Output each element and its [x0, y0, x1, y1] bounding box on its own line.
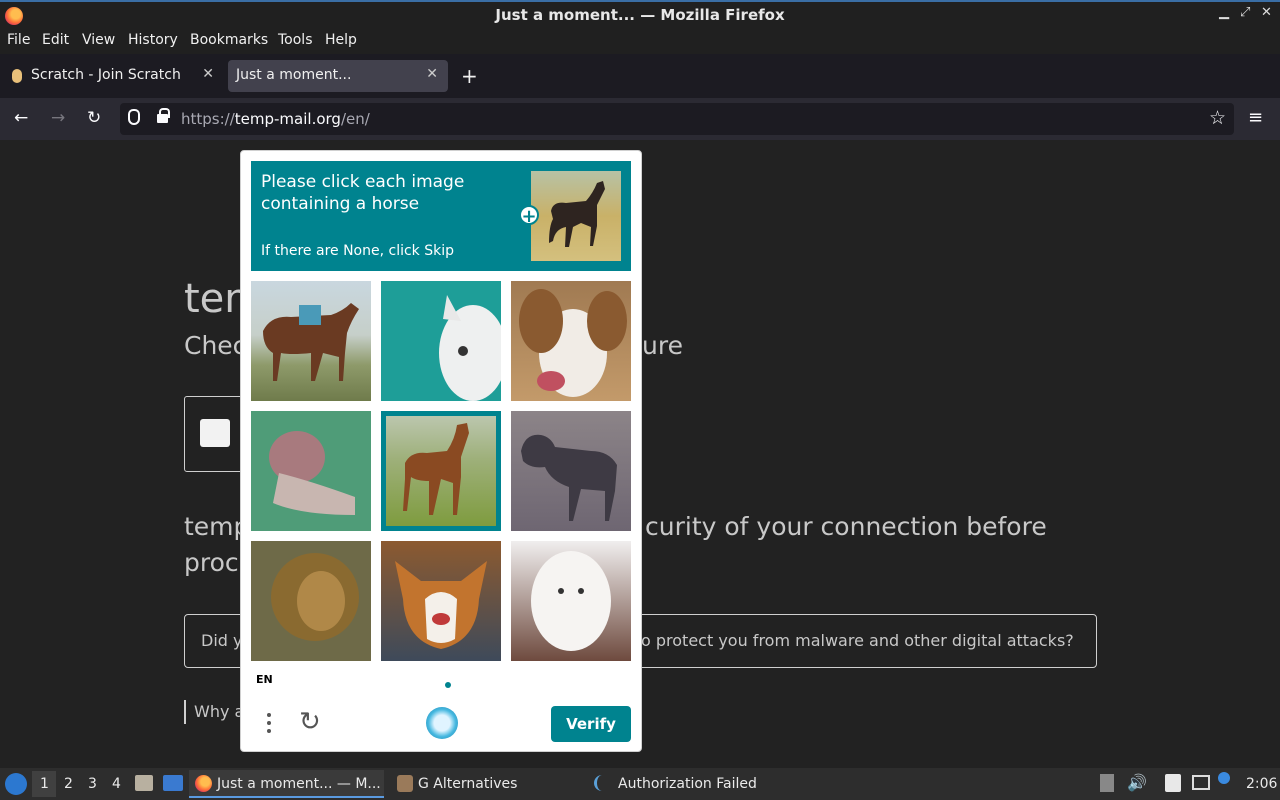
menu-file[interactable]: File: [7, 32, 30, 48]
captcha-tile-6[interactable]: [511, 411, 631, 531]
captcha-subtext: If there are None, click Skip: [261, 243, 455, 259]
captcha-prompt: Please click each image containing a hor…: [261, 172, 465, 214]
menu-bookmarks[interactable]: Bookmarks: [190, 32, 268, 48]
close-tab-icon[interactable]: ✕: [426, 66, 438, 82]
url-bar[interactable]: https://temp-mail.org/en/ ☆: [120, 103, 1234, 135]
maximize-icon[interactable]: ⤢: [1240, 5, 1250, 20]
tab-label: Just a moment...: [236, 67, 352, 83]
url-text[interactable]: https://temp-mail.org/en/: [181, 110, 370, 128]
menu-history[interactable]: History: [128, 32, 178, 48]
close-tab-icon[interactable]: ✕: [202, 66, 214, 82]
reload-icon[interactable]: ↻: [87, 108, 101, 128]
hamburger-menu-icon[interactable]: ≡: [1248, 108, 1263, 128]
task-alternatives[interactable]: G Alternatives: [418, 776, 517, 792]
page-subheading-end: ure: [642, 331, 683, 360]
tab-just-a-moment[interactable]: Just a moment... ✕: [228, 60, 448, 92]
captcha-tile-2[interactable]: [381, 281, 501, 401]
auth-task-icon: [594, 775, 613, 791]
alternatives-task-icon: [397, 775, 413, 792]
captcha-header: Please click each image containing a hor…: [251, 161, 631, 271]
firefox-task-icon: [195, 775, 212, 792]
menu-edit[interactable]: Edit: [42, 32, 69, 48]
window-titlebar: Just a moment... — Mozilla Firefox ▁ ⤢ ✕: [0, 0, 1280, 29]
menu-tools[interactable]: Tools: [278, 32, 313, 48]
info-box-text-end: o protect you from malware and other dig…: [641, 631, 1074, 650]
close-window-icon[interactable]: ✕: [1261, 5, 1272, 20]
desktop-icon[interactable]: [163, 775, 183, 791]
captcha-tile-5[interactable]: [381, 411, 501, 531]
menu-help[interactable]: Help: [325, 32, 357, 48]
navigation-bar: ← → ↻ https://temp-mail.org/en/ ☆ ≡: [0, 98, 1280, 140]
captcha-tile-4[interactable]: [251, 411, 371, 531]
language-selector[interactable]: EN: [256, 673, 273, 686]
tray-clipboard-icon[interactable]: [1100, 774, 1114, 792]
lock-shackle: [159, 108, 170, 118]
body-text-1-end: curity of your connection before: [645, 512, 1047, 541]
task-authorization[interactable]: Authorization Failed: [618, 776, 757, 792]
scratch-favicon-icon: [12, 69, 22, 83]
menu-view[interactable]: View: [82, 32, 115, 48]
task-firefox[interactable]: Just a moment... — M...: [189, 770, 384, 798]
notification-icon[interactable]: [1218, 772, 1230, 784]
start-menu-icon[interactable]: [5, 773, 27, 795]
volume-icon[interactable]: 🔊: [1127, 773, 1147, 792]
page-subheading: Chec: [184, 331, 247, 360]
more-options-icon[interactable]: [261, 709, 277, 739]
reference-horse-image[interactable]: [531, 171, 621, 261]
menu-bar: File Edit View History Bookmarks Tools H…: [0, 29, 1280, 54]
shield-icon[interactable]: [128, 109, 140, 125]
clock: 2:06: [1246, 776, 1278, 792]
network-icon[interactable]: [1192, 775, 1210, 790]
back-icon[interactable]: ←: [14, 108, 28, 128]
body-text-2: proc: [184, 548, 239, 577]
refresh-challenge-icon[interactable]: ↻: [299, 707, 321, 737]
tab-label: Scratch - Join Scratch: [31, 67, 181, 83]
minimize-icon[interactable]: ▁: [1219, 5, 1229, 20]
captcha-tile-8[interactable]: [381, 541, 501, 661]
workspace-1[interactable]: 1: [40, 776, 49, 792]
workspace-4[interactable]: 4: [112, 776, 121, 792]
why-text: Why a: [194, 702, 245, 721]
info-box-text: Did y: [201, 631, 243, 650]
window-title: Just a moment... — Mozilla Firefox: [495, 6, 785, 24]
verify-button[interactable]: Verify: [551, 706, 631, 742]
workspace-2[interactable]: 2: [64, 776, 73, 792]
taskbar: 1 2 3 4 Just a moment... — M... G Altern…: [0, 768, 1280, 800]
task-label: Just a moment... — M...: [217, 776, 381, 792]
video-icon: [200, 419, 230, 447]
new-tab-icon[interactable]: +: [461, 64, 478, 88]
forward-icon[interactable]: →: [51, 108, 65, 128]
quote-bar: [184, 700, 186, 724]
expand-example-icon[interactable]: +: [519, 205, 539, 226]
bookmark-star-icon[interactable]: ☆: [1209, 107, 1226, 129]
page-indicator-dot: [445, 682, 451, 688]
hcaptcha-logo-icon: [426, 707, 458, 739]
tray-notes-icon[interactable]: [1165, 774, 1181, 792]
captcha-tile-7[interactable]: [251, 541, 371, 661]
tab-bar: Scratch - Join Scratch ✕ Just a moment..…: [0, 54, 1280, 98]
file-manager-icon[interactable]: [135, 775, 153, 791]
captcha-challenge: Please click each image containing a hor…: [240, 150, 642, 752]
captcha-tile-1[interactable]: [251, 281, 371, 401]
captcha-tile-9[interactable]: [511, 541, 631, 661]
workspace-3[interactable]: 3: [88, 776, 97, 792]
captcha-tile-3[interactable]: [511, 281, 631, 401]
tab-scratch[interactable]: Scratch - Join Scratch ✕: [4, 60, 224, 92]
